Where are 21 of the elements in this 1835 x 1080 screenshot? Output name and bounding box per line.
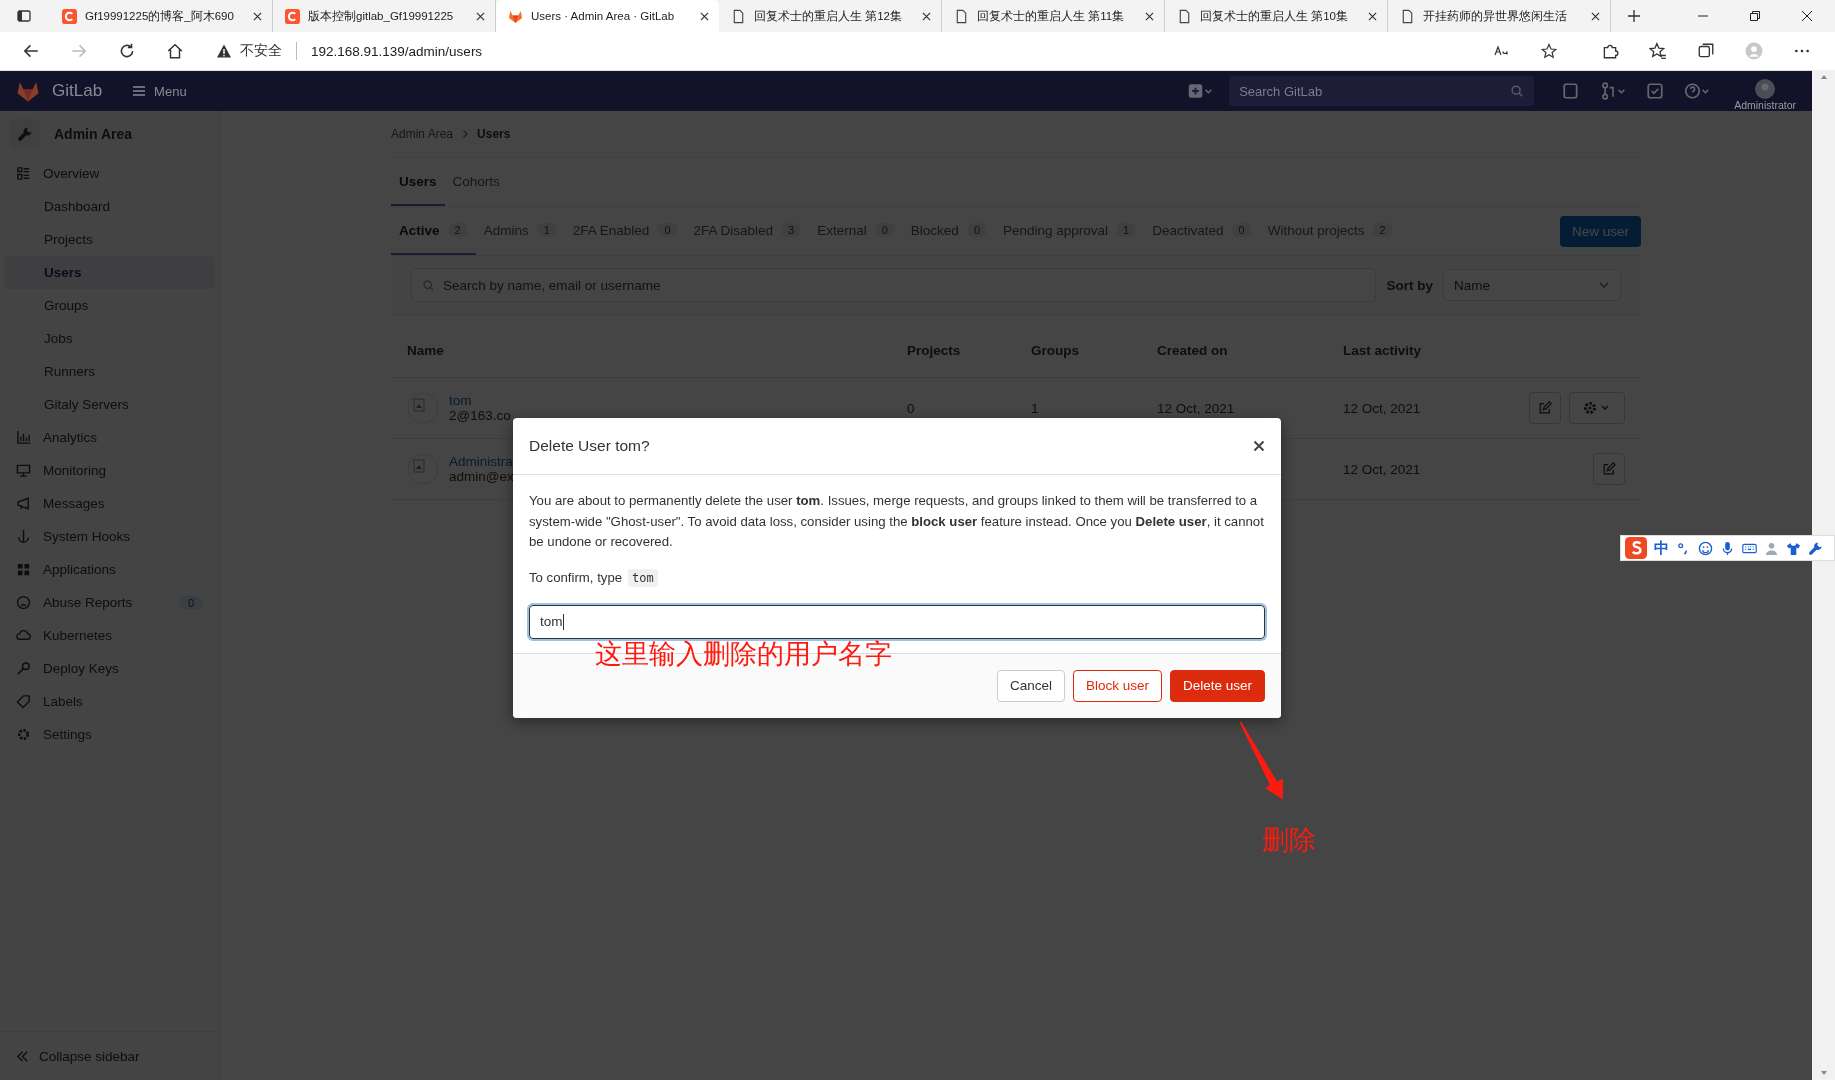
confirm-label: To confirm, type <box>529 570 623 585</box>
annotation-text: 删除 <box>1262 824 1316 857</box>
page-tab[interactable]: Users <box>391 158 445 206</box>
search-field[interactable]: Search GitLab <box>1229 76 1535 106</box>
cancel-button[interactable]: Cancel <box>996 669 1065 702</box>
annotation-text: 这里输入删除的用户名字 <box>595 640 892 670</box>
browser-tab[interactable]: Users · Admin Area · GitLab <box>496 0 719 32</box>
user-name-link[interactable]: tom <box>449 393 511 408</box>
new-user-button[interactable]: New user <box>1559 215 1641 247</box>
address-bar[interactable]: 不安全 192.168.91.139/admin/users <box>206 35 1579 67</box>
delete-button[interactable]: Delete user <box>1169 669 1265 702</box>
dialog-title: Delete User tom? <box>529 437 650 455</box>
block-button[interactable]: Block user <box>1072 669 1162 702</box>
confirm-input-field[interactable]: tom <box>529 604 1265 639</box>
user-name: Administrator <box>1734 100 1796 111</box>
menu-button[interactable]: Menu <box>126 82 193 100</box>
input-mode-toggle[interactable]: 中 <box>1654 538 1669 558</box>
warning-text: You are about to permanently delete the user tom. Issues, merge requests, and groups linked to them will be transferred to a system-wide "Ghost-user". To avoid data loss, consider using the block user feature instead. Once you Delete user, it cannot be undone or recovered. <box>529 492 1265 551</box>
user-name-link[interactable]: Administra <box>449 454 514 469</box>
brand-name[interactable]: GitLab <box>52 81 103 101</box>
username-code: tom <box>628 568 658 587</box>
